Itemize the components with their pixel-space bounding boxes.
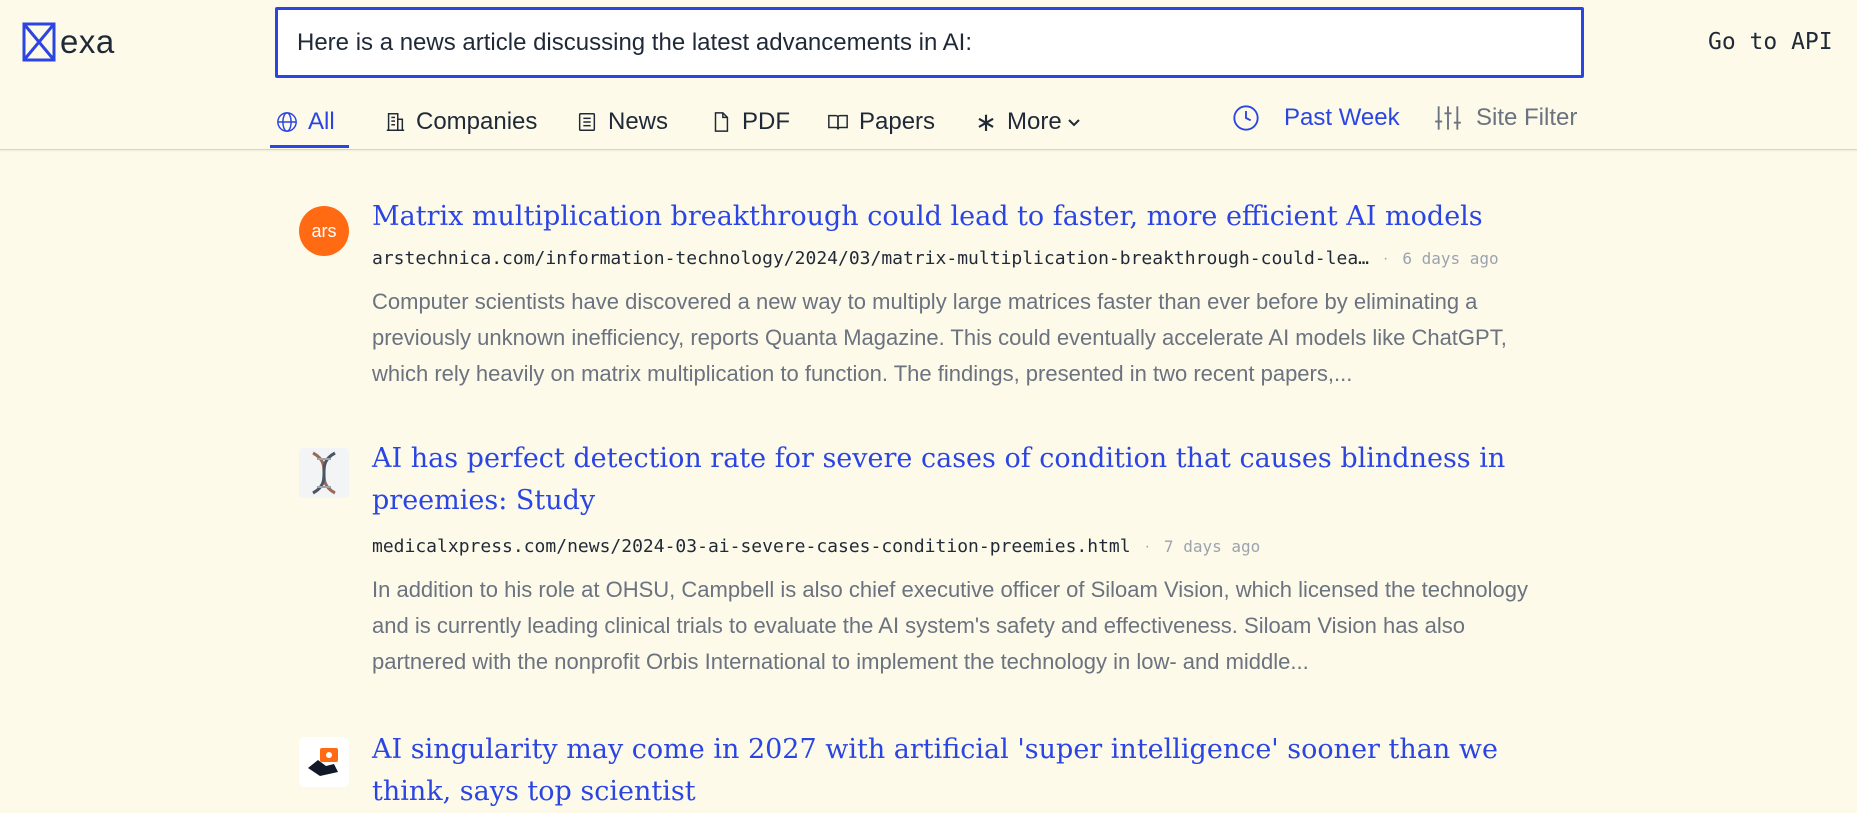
ars-favicon-icon: ars — [299, 206, 349, 256]
exa-logo[interactable]: exa — [22, 22, 115, 62]
result-title[interactable]: AI singularity may come in 2027 with art… — [372, 729, 1572, 813]
search-input[interactable] — [297, 28, 1581, 57]
tab-all[interactable]: All — [270, 96, 349, 148]
tab-news[interactable]: News — [576, 96, 668, 148]
tab-label: Papers — [859, 108, 936, 135]
result-date: 7 days ago — [1163, 537, 1261, 556]
logo-text: exa — [60, 23, 115, 60]
hand-logo-icon — [308, 748, 338, 776]
search-box[interactable] — [275, 7, 1584, 78]
result-meta: arstechnica.com/information-technology/2… — [372, 248, 1499, 269]
building-icon — [386, 113, 405, 131]
newspaper-icon — [578, 113, 596, 131]
clock-icon — [1233, 105, 1259, 131]
book-icon — [828, 114, 848, 130]
tab-more[interactable]: ∗ More — [975, 96, 1082, 148]
chevron-down-icon — [1067, 119, 1080, 127]
tab-label: Companies — [416, 108, 538, 135]
globe-icon — [277, 112, 297, 132]
result-snippet: Computer scientists have discovered a ne… — [372, 289, 1507, 386]
meta-separator: · — [1383, 249, 1389, 267]
result-title[interactable]: AI has perfect detection rate for severe… — [372, 438, 1572, 522]
result-date: 6 days ago — [1402, 249, 1499, 268]
document-icon — [714, 112, 729, 132]
tab-label: News — [608, 108, 669, 135]
tab-label: More — [1007, 108, 1062, 135]
result-url[interactable]: arstechnica.com/information-technology/2… — [372, 248, 1369, 269]
exa-logo-icon — [22, 22, 56, 62]
favicon-text: ars — [311, 220, 337, 241]
tab-pdf[interactable]: PDF — [710, 96, 790, 148]
dna-icon — [312, 451, 336, 495]
site-favicon-icon — [299, 737, 349, 787]
tab-companies[interactable]: Companies — [384, 96, 537, 148]
result-meta: medicalxpress.com/news/2024-03-ai-severe… — [372, 536, 1260, 557]
asterisk-icon: ∗ — [975, 107, 997, 137]
date-filter-button[interactable]: Past Week — [1232, 96, 1400, 140]
site-filter-label: Site Filter — [1476, 104, 1578, 131]
result-url[interactable]: medicalxpress.com/news/2024-03-ai-severe… — [372, 536, 1131, 557]
sliders-icon — [1435, 106, 1461, 130]
result-snippet: In addition to his role at OHSU, Campbel… — [372, 577, 1529, 674]
meta-separator: · — [1144, 537, 1150, 555]
tab-label: All — [308, 108, 335, 135]
tab-label: PDF — [742, 108, 790, 135]
dna-favicon-icon — [299, 448, 349, 498]
site-filter-button[interactable]: Site Filter — [1434, 96, 1577, 140]
date-filter-label: Past Week — [1284, 104, 1400, 131]
top-header: exa Go to API All Companies News — [0, 0, 1857, 150]
result-title[interactable]: Matrix multiplication breakthrough could… — [372, 196, 1572, 238]
go-to-api-link[interactable]: Go to API — [1708, 29, 1833, 55]
tab-papers[interactable]: Papers — [827, 96, 935, 148]
